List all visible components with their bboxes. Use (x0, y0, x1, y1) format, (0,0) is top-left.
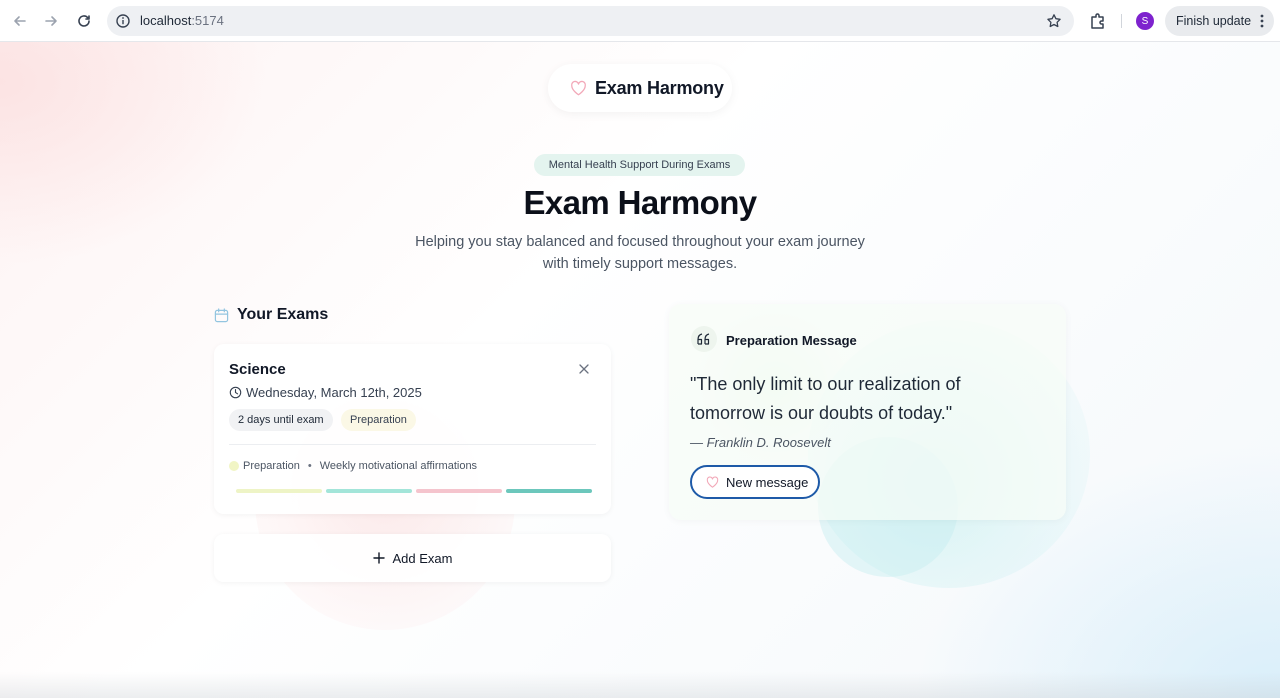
exams-section-header: Your Exams (214, 306, 328, 324)
heart-icon (706, 476, 719, 488)
bottom-shadow (0, 672, 1280, 698)
phase-bar (236, 489, 322, 493)
subtitle-line-2: with timely support messages. (542, 255, 738, 272)
phase-bar (326, 489, 412, 493)
phase-badge: Preparation (341, 409, 416, 431)
more-menu-icon[interactable] (1260, 14, 1264, 28)
bookmark-star-icon[interactable] (1046, 13, 1062, 29)
back-button[interactable] (9, 10, 31, 32)
exam-card[interactable]: Science Wednesday, March 12th, 2025 2 da… (214, 344, 611, 514)
brand-name: Exam Harmony (595, 77, 724, 98)
reload-icon (78, 15, 90, 27)
site-info-icon[interactable] (115, 13, 131, 29)
exam-date-text: Wednesday, March 12th, 2025 (246, 385, 422, 400)
message-card: Preparation Message "The only limit to o… (669, 304, 1066, 520)
phase-label: Preparation (243, 460, 300, 472)
exam-subject: Science (229, 361, 286, 378)
phase-bar (506, 489, 592, 493)
toolbar-divider (1121, 14, 1122, 28)
url-port: :5174 (191, 13, 224, 28)
quote-line-2: tomorrow is our doubts of today." (690, 403, 953, 423)
extensions-icon[interactable] (1088, 11, 1108, 31)
arrow-left-icon (14, 16, 26, 26)
card-divider (229, 444, 596, 445)
add-exam-label: Add Exam (392, 550, 453, 566)
exam-date: Wednesday, March 12th, 2025 (229, 385, 422, 400)
address-bar[interactable]: localhost:5174 (107, 6, 1074, 36)
message-title: Preparation Message (726, 333, 857, 348)
profile-avatar[interactable]: S (1136, 12, 1154, 30)
exams-section-title: Your Exams (237, 306, 329, 323)
quote-line-1: "The only limit to our realization of (690, 374, 961, 394)
heart-icon (571, 80, 586, 96)
finish-update-label: Finish update (1176, 14, 1252, 28)
phase-description: Weekly motivational affirmations (319, 460, 478, 472)
phase-dot-icon (229, 461, 239, 471)
url-text: localhost:5174 (140, 13, 224, 29)
add-exam-button[interactable]: Add Exam (214, 534, 611, 582)
close-icon[interactable] (579, 364, 589, 374)
forward-button[interactable] (40, 10, 62, 32)
app-page: Exam Harmony Mental Health Support Durin… (0, 42, 1280, 698)
page-title: Exam Harmony (523, 184, 757, 221)
url-host: localhost (140, 13, 192, 28)
days-until-badge: 2 days until exam (229, 409, 333, 431)
quote-text: "The only limit to our realization of tom… (690, 370, 990, 428)
bullet-separator: • (307, 460, 312, 472)
finish-update-button[interactable]: Finish update (1165, 6, 1274, 36)
page-subtitle: Helping you stay balanced and focused th… (400, 232, 880, 275)
tagline-badge: Mental Health Support During Exams (534, 154, 745, 176)
plus-icon (372, 552, 385, 564)
calendar-icon (214, 307, 229, 322)
quote-badge (691, 326, 717, 352)
new-message-button[interactable]: New message (690, 465, 820, 499)
quote-author: — Franklin D. Roosevelt (690, 435, 831, 450)
phase-bar (416, 489, 502, 493)
subtitle-line-1: Helping you stay balanced and focused th… (415, 234, 865, 250)
reload-button[interactable] (73, 10, 95, 32)
phase-progress-bars (236, 489, 592, 493)
phase-info: Preparation • Weekly motivational affirm… (229, 460, 477, 472)
arrow-right-icon (45, 16, 57, 26)
brand-logo[interactable]: Exam Harmony (548, 64, 732, 112)
browser-toolbar: localhost:5174 S Finish update (0, 0, 1280, 42)
new-message-label: New message (726, 474, 809, 490)
clock-icon (229, 386, 242, 399)
quote-icon (697, 333, 710, 345)
